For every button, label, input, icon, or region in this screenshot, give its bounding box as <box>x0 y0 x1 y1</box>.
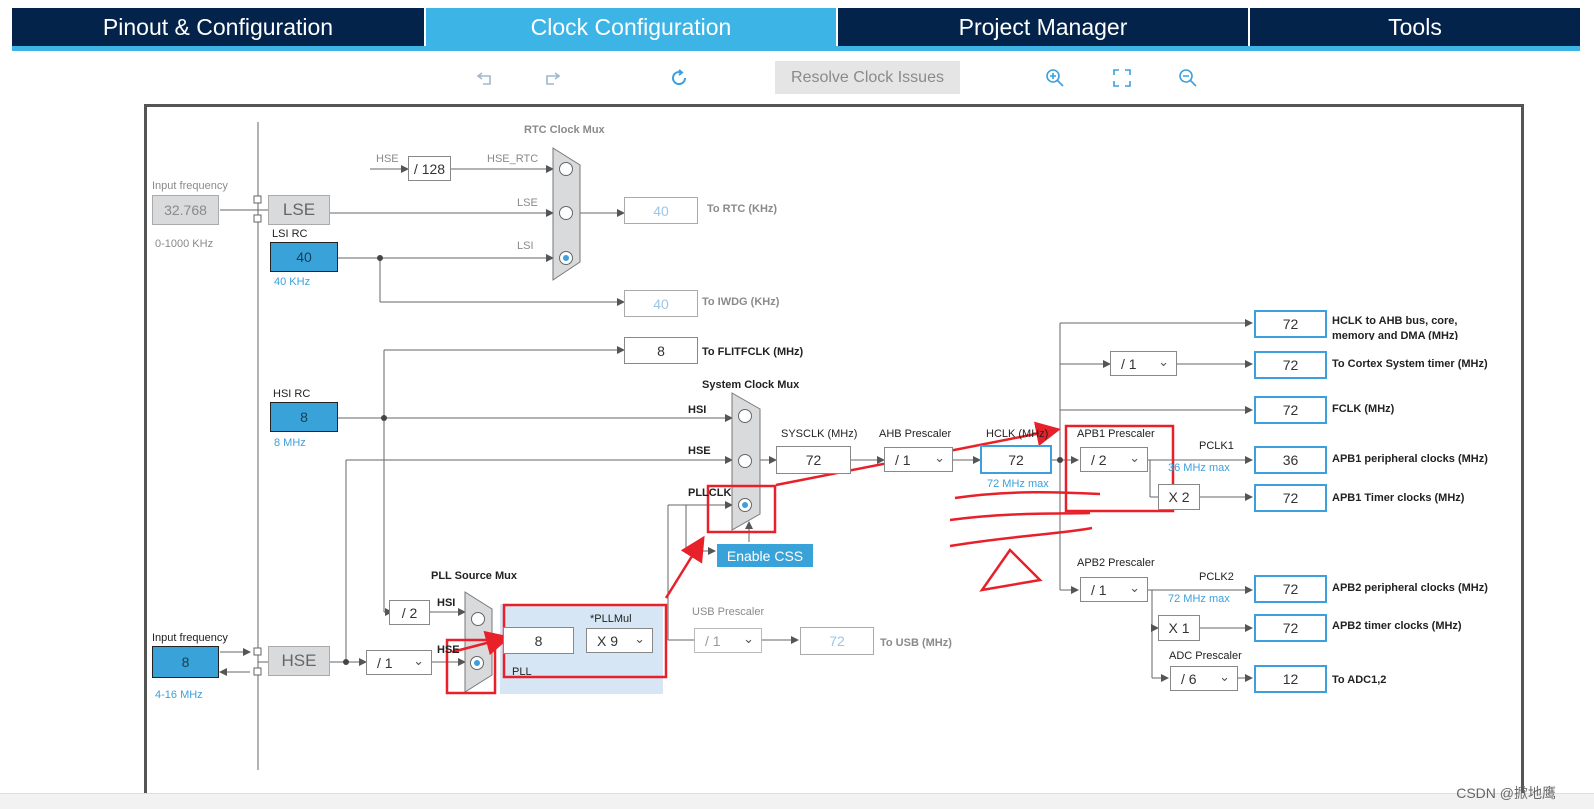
sysmux-hsi-radio[interactable] <box>738 409 752 423</box>
iwdg-output-label: To IWDG (KHz) <box>702 296 780 308</box>
hse-input-frequency-label: Input frequency <box>152 632 228 644</box>
output-cortex-timer-label: To Cortex System timer (MHz) <box>1332 358 1488 370</box>
ahb-prescaler-select[interactable]: / 1 ⌄ <box>884 447 953 472</box>
adc-prescaler-label: ADC Prescaler <box>1169 650 1242 662</box>
hsi-rc-value: 8 <box>270 402 338 432</box>
hse-range-label: 4-16 MHz <box>155 689 203 701</box>
output-apb2-peripheral-field[interactable]: 72 <box>1254 575 1327 603</box>
hsi-pll-divider: / 2 <box>389 600 430 625</box>
pll-src-hse-label: HSE <box>437 644 460 656</box>
output-fclk-field[interactable]: 72 <box>1254 396 1327 424</box>
adc-prescaler-select[interactable]: / 6 ⌄ <box>1170 666 1238 691</box>
usb-prescaler-select[interactable]: / 1 ⌄ <box>694 628 762 653</box>
hclk-label: HCLK (MHz) <box>986 428 1049 440</box>
watermark: CSDN @掀地鹰 <box>1456 785 1556 801</box>
clock-configuration-app: Pinout & Configuration Clock Configurati… <box>0 0 1594 809</box>
apb1-max-label: 36 MHz max <box>1168 462 1230 474</box>
hse-oscillator: HSE <box>268 646 330 676</box>
rtc-lsi-label: LSI <box>517 240 534 252</box>
hclk-field[interactable]: 72 <box>980 445 1052 474</box>
pll-src-hsi-label: HSI <box>437 597 456 609</box>
pclk2-label: PCLK2 <box>1199 571 1234 583</box>
output-apb1-timer-field[interactable]: 72 <box>1254 484 1327 512</box>
pll-src-hse-radio[interactable] <box>470 656 484 670</box>
rtc-mux-hse-radio[interactable] <box>559 162 573 176</box>
enable-css-button[interactable]: Enable CSS <box>717 544 813 567</box>
status-bar <box>0 793 1594 809</box>
output-hclk-ahb-label-line2: memory and DMA (MHz) <box>1332 330 1459 340</box>
usb-output-label: To USB (MHz) <box>880 637 952 649</box>
rtc-output-field: 40 <box>624 197 698 224</box>
lse-input-frequency-label: Input frequency <box>152 180 228 192</box>
usb-output-field: 72 <box>800 627 874 655</box>
cortex-timer-divider-select[interactable]: / 1 ⌄ <box>1110 351 1177 376</box>
output-apb1-peripheral-field[interactable]: 36 <box>1254 446 1327 474</box>
output-apb2-peripheral-label: APB2 peripheral clocks (MHz) <box>1332 582 1488 594</box>
pll-panel-label: PLL <box>512 666 532 678</box>
iwdg-output-field: 40 <box>624 290 698 317</box>
rtc-hse-label: HSE <box>376 153 399 165</box>
hse-rtc-divider: / 128 <box>408 156 451 181</box>
hse-rtc-label: HSE_RTC <box>487 153 539 165</box>
usb-prescaler-label: USB Prescaler <box>692 606 765 618</box>
flitfclk-output-field: 8 <box>624 337 698 364</box>
output-hclk-ahb-label: HCLK to AHB bus, core, <box>1332 315 1458 327</box>
apb2-max-label: 72 MHz max <box>1168 593 1230 605</box>
sysclk-field[interactable]: 72 <box>776 446 851 474</box>
output-fclk-label: FCLK (MHz) <box>1332 403 1395 415</box>
lsi-unit-label: 40 KHz <box>274 276 311 288</box>
output-cortex-timer-field[interactable]: 72 <box>1254 351 1327 379</box>
apb1-timer-multiplier: X 2 <box>1158 484 1200 510</box>
pll-source-mux-title: PLL Source Mux <box>431 570 517 582</box>
apb2-timer-multiplier: X 1 <box>1158 615 1200 641</box>
hse-prediv-select[interactable]: / 1 ⌄ <box>366 650 432 675</box>
lse-oscillator: LSE <box>268 195 330 225</box>
hse-input-frequency-field[interactable]: 8 <box>152 646 219 678</box>
lsi-rc-value: 40 <box>270 242 338 272</box>
pllmul-label: *PLLMul <box>590 613 632 625</box>
output-hclk-ahb-field[interactable]: 72 <box>1254 310 1327 338</box>
pll-input-field: 8 <box>503 627 574 654</box>
apb2-prescaler-label: APB2 Prescaler <box>1077 557 1155 569</box>
sysmux-hse-radio[interactable] <box>738 454 752 468</box>
system-clock-mux-title: System Clock Mux <box>702 379 800 391</box>
pllmul-select[interactable]: X 9 ⌄ <box>586 628 653 653</box>
lsi-rc-label: LSI RC <box>272 228 308 240</box>
hsi-unit-label: 8 MHz <box>274 437 306 449</box>
output-apb1-peripheral-label: APB1 peripheral clocks (MHz) <box>1332 453 1488 465</box>
output-adc-label: To ADC1,2 <box>1332 674 1387 686</box>
flitfclk-output-label: To FLITFCLK (MHz) <box>702 346 804 358</box>
apb2-prescaler-select[interactable]: / 1 ⌄ <box>1080 577 1148 602</box>
pclk1-label: PCLK1 <box>1199 440 1234 452</box>
rtc-mux-lse-radio[interactable] <box>559 206 573 220</box>
lse-input-frequency-field[interactable]: 32.768 <box>152 195 219 225</box>
output-apb1-timer-label: APB1 Timer clocks (MHz) <box>1332 492 1465 504</box>
rtc-mux-lsi-radio[interactable] <box>559 251 573 265</box>
output-apb2-timer-label: APB2 timer clocks (MHz) <box>1332 620 1462 632</box>
hsi-rc-label: HSI RC <box>273 388 311 400</box>
ahb-prescaler-label: AHB Prescaler <box>879 428 952 440</box>
rtc-clock-mux-title: RTC Clock Mux <box>524 124 605 136</box>
rtc-lse-label: LSE <box>517 197 538 209</box>
output-adc-field[interactable]: 12 <box>1254 665 1327 693</box>
sysmux-hsi-label: HSI <box>688 404 707 416</box>
apb1-prescaler-label: APB1 Prescaler <box>1077 428 1155 440</box>
hclk-max-label: 72 MHz max <box>987 478 1049 490</box>
rtc-output-label: To RTC (KHz) <box>707 203 778 215</box>
pll-src-hsi-radio[interactable] <box>471 612 485 626</box>
output-apb2-timer-field[interactable]: 72 <box>1254 614 1327 642</box>
sysclk-label: SYSCLK (MHz) <box>781 428 858 440</box>
apb1-prescaler-select[interactable]: / 2 ⌄ <box>1080 447 1148 472</box>
lse-range-label: 0-1000 KHz <box>155 238 214 250</box>
sysmux-pllclk-radio[interactable] <box>738 498 752 512</box>
sysmux-pllclk-label: PLLCLK <box>688 487 732 499</box>
sysmux-hse-label: HSE <box>688 445 711 457</box>
